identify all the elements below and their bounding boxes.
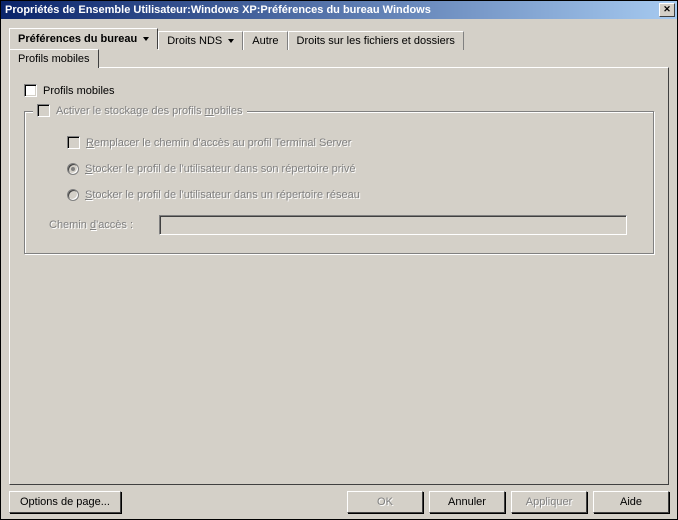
roaming-profile-groupbox: Activer le stockage des profils mobiles …: [24, 111, 654, 254]
tab-label: Droits sur les fichiers et dossiers: [297, 35, 455, 47]
groupbox-legend[interactable]: Activer le stockage des profils mobiles: [33, 104, 247, 117]
tab-label: Autre: [252, 35, 278, 47]
subtab-label: Profils mobiles: [18, 53, 90, 65]
dialog-body: Préférences du bureau Droits NDS Autre D…: [1, 19, 677, 519]
tab-droits-fichiers[interactable]: Droits sur les fichiers et dossiers: [288, 31, 464, 50]
group-legend-label: Activer le stockage des profils mobiles: [56, 105, 243, 117]
tab-label: Droits NDS: [167, 35, 222, 47]
dialog-window: Propriétés de Ensemble Utilisateur:Windo…: [0, 0, 678, 520]
profils-mobiles-checkbox-row[interactable]: Profils mobiles: [24, 84, 654, 97]
chevron-down-icon: [143, 37, 149, 41]
subtab-row: Profils mobiles: [9, 48, 669, 67]
store-network-label: Stocker le profil de l'utilisateur dans …: [85, 189, 360, 201]
store-private-label: Stocker le profil de l'utilisateur dans …: [85, 163, 356, 175]
store-network-radio[interactable]: Stocker le profil de l'utilisateur dans …: [67, 189, 627, 201]
chevron-down-icon: [228, 39, 234, 43]
cancel-button[interactable]: Annuler: [429, 491, 505, 513]
tab-droits-nds[interactable]: Droits NDS: [158, 31, 243, 50]
apply-button[interactable]: Appliquer: [511, 491, 587, 513]
help-button[interactable]: Aide: [593, 491, 669, 513]
button-label: OK: [377, 496, 393, 508]
button-bar: Options de page... OK Annuler Appliquer …: [9, 485, 669, 513]
close-icon: ✕: [663, 4, 671, 14]
button-label: Appliquer: [526, 496, 572, 508]
store-private-radio[interactable]: Stocker le profil de l'utilisateur dans …: [67, 163, 627, 175]
checkbox-icon: [67, 136, 80, 149]
tab-row: Préférences du bureau Droits NDS Autre D…: [9, 27, 669, 48]
tab-label: Préférences du bureau: [18, 33, 137, 45]
replace-terminal-server-checkbox[interactable]: Remplacer le chemin d'accès au profil Te…: [67, 136, 627, 149]
path-input[interactable]: [159, 215, 627, 235]
tab-autre[interactable]: Autre: [243, 31, 287, 50]
path-row: Chemin d'accès :: [49, 215, 627, 235]
radio-icon: [67, 189, 79, 201]
checkbox-icon: [37, 104, 50, 117]
tab-panel: Profils mobiles Activer le stockage des …: [9, 67, 669, 485]
window-title: Propriétés de Ensemble Utilisateur:Windo…: [5, 4, 659, 16]
button-label: Options de page...: [20, 496, 110, 508]
checkbox-icon: [24, 84, 37, 97]
subtab-profils-mobiles[interactable]: Profils mobiles: [9, 49, 99, 68]
button-label: Annuler: [448, 496, 486, 508]
titlebar: Propriétés de Ensemble Utilisateur:Windo…: [1, 1, 677, 19]
path-label: Chemin d'accès :: [49, 219, 149, 231]
close-button[interactable]: ✕: [659, 3, 675, 17]
page-options-button[interactable]: Options de page...: [9, 491, 121, 513]
profils-mobiles-label: Profils mobiles: [43, 85, 115, 97]
button-label: Aide: [620, 496, 642, 508]
radio-icon: [67, 163, 79, 175]
replace-label: Remplacer le chemin d'accès au profil Te…: [86, 137, 351, 149]
ok-button[interactable]: OK: [347, 491, 423, 513]
tab-preferences-bureau[interactable]: Préférences du bureau: [9, 28, 158, 49]
